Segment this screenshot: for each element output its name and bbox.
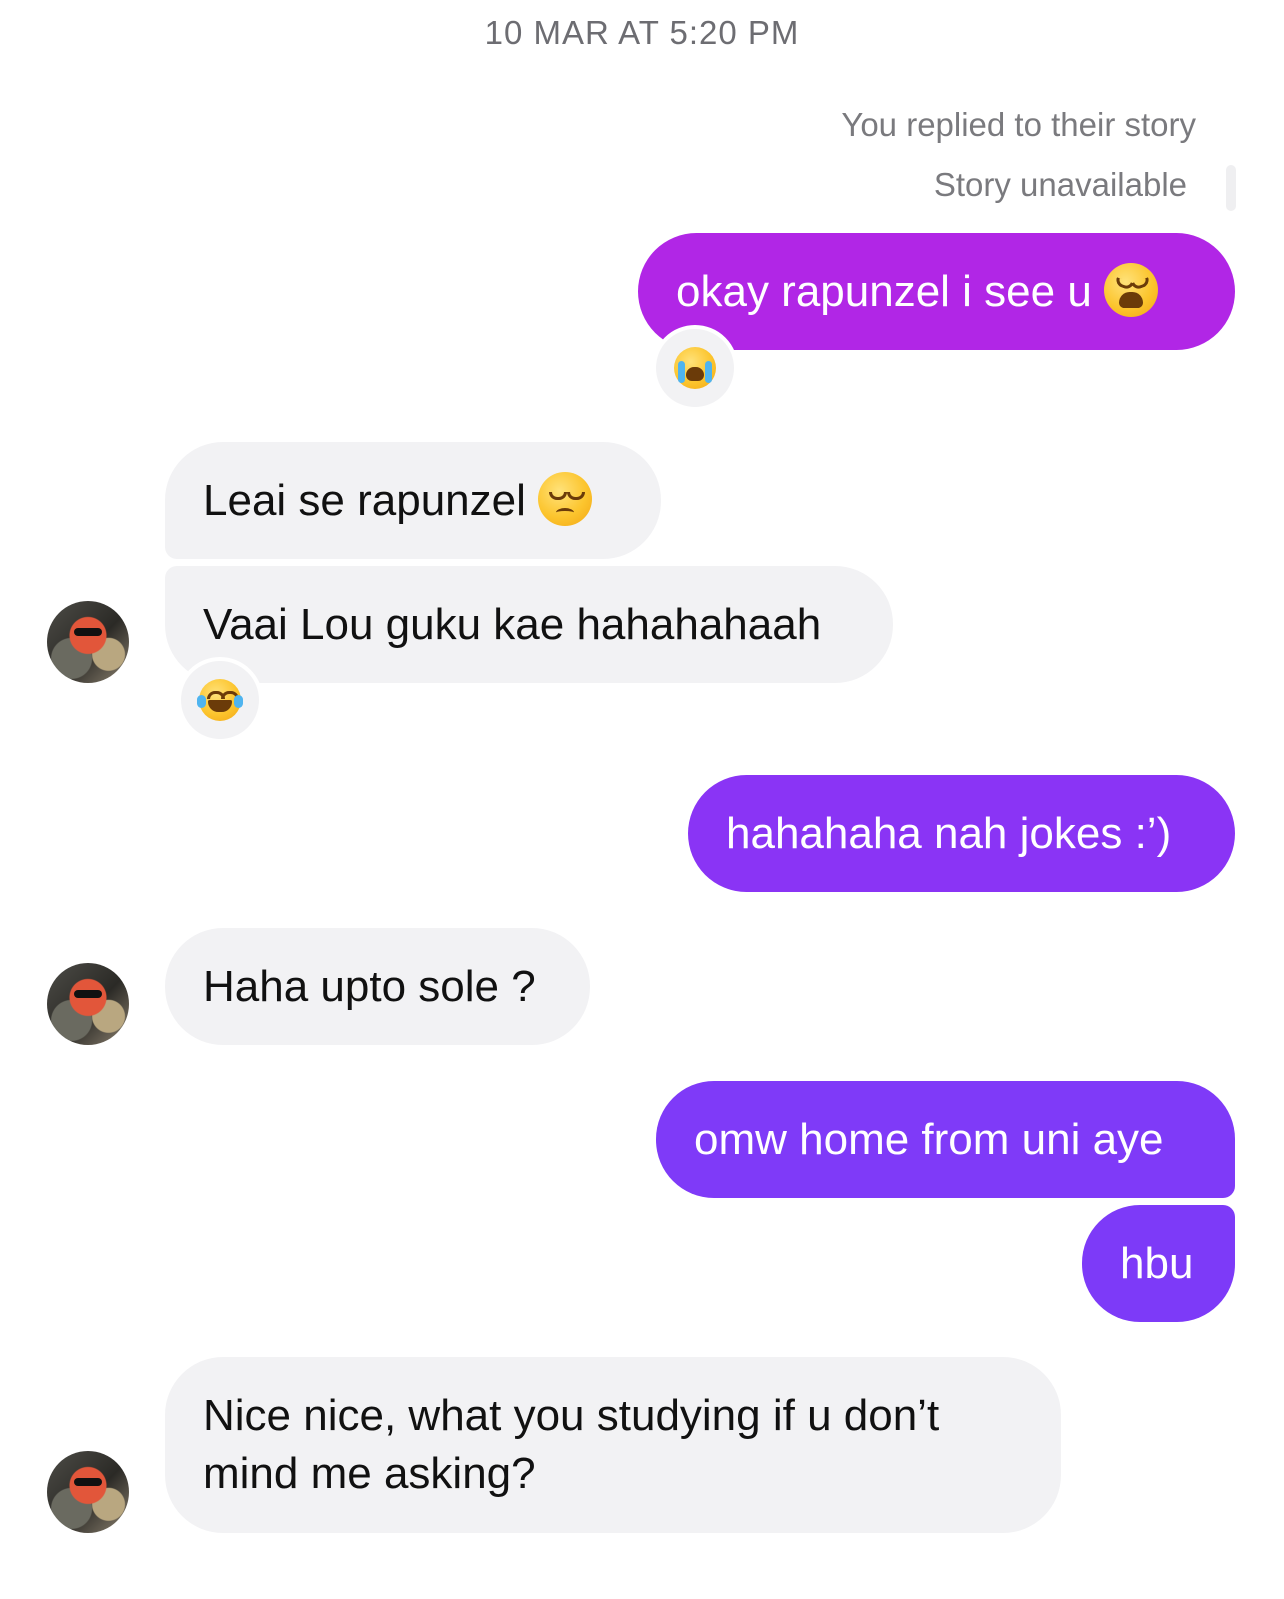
received-message-bubble[interactable]: Haha upto sole ?: [165, 928, 590, 1045]
story-reply-label: You replied to their story: [841, 106, 1196, 143]
loudly-crying-face-icon: [674, 347, 716, 389]
message-text: Vaai Lou guku kae hahahahaah: [203, 600, 822, 649]
message-reaction[interactable]: [652, 325, 738, 411]
message-text-line: mind me asking?: [203, 1449, 536, 1498]
contact-avatar[interactable]: [47, 963, 129, 1045]
message-text: hahahaha nah jokes :’): [726, 809, 1172, 858]
sent-message-bubble[interactable]: omw home from uni aye: [656, 1081, 1235, 1198]
received-message-bubble[interactable]: Vaai Lou guku kae hahahahaah: [165, 566, 893, 683]
message-reaction[interactable]: [177, 657, 263, 743]
weary-face-icon: [1103, 263, 1158, 318]
message-text: Leai se rapunzel: [203, 476, 526, 525]
pensive-face-icon: [537, 472, 592, 527]
conversation-timestamp: 10 MAR AT 5:20 PM: [484, 14, 800, 51]
message-text: hbu: [1120, 1239, 1194, 1288]
received-message-bubble[interactable]: Nice nice, what you studying if u don’t …: [165, 1357, 1061, 1533]
sent-message-bubble[interactable]: okay rapunzel i see u: [638, 233, 1235, 350]
message-text: okay rapunzel i see u: [676, 267, 1092, 316]
story-unavailable-label[interactable]: Story unavailable: [934, 166, 1187, 204]
sent-message-bubble[interactable]: hbu: [1082, 1205, 1235, 1322]
sent-message-bubble[interactable]: hahahaha nah jokes :’): [688, 775, 1235, 892]
contact-avatar[interactable]: [47, 1451, 129, 1533]
story-reply-indicator: [1226, 165, 1236, 211]
contact-avatar[interactable]: [47, 601, 129, 683]
message-text: omw home from uni aye: [694, 1115, 1164, 1164]
tears-of-joy-face-icon: [197, 679, 243, 721]
received-message-bubble[interactable]: Leai se rapunzel: [165, 442, 661, 559]
message-text: Haha upto sole ?: [203, 962, 536, 1011]
message-text-line: Nice nice, what you studying if u don’t: [203, 1391, 940, 1440]
